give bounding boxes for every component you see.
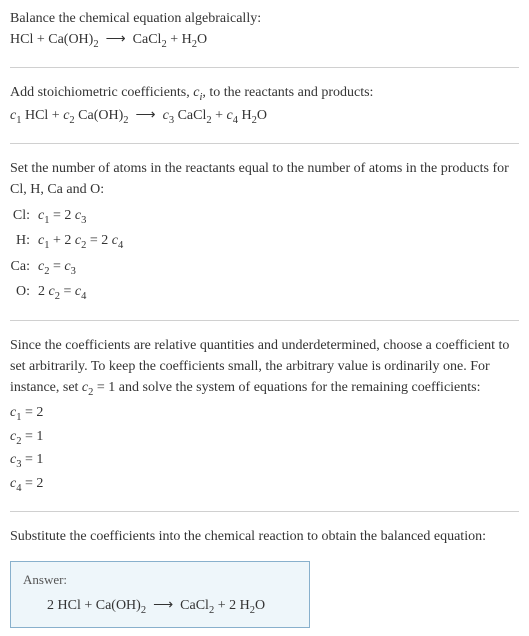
divider: [10, 143, 519, 144]
coefficient-value: c1 = 2: [10, 402, 519, 426]
step3-text: Since the coefficients are relative quan…: [10, 335, 519, 401]
divider: [10, 320, 519, 321]
table-row: O: 2 c2 = c4: [10, 280, 129, 306]
step1-section: Add stoichiometric coefficients, ci, to …: [10, 82, 519, 129]
step1-equation: c1 HCl + c2 Ca(OH)2 ⟶ c3 CaCl2 + c4 H2O: [10, 105, 519, 129]
coefficient-value: c4 = 2: [10, 473, 519, 497]
atom-label: H:: [10, 229, 38, 255]
step2-section: Set the number of atoms in the reactants…: [10, 158, 519, 306]
atom-label: O:: [10, 280, 38, 306]
answer-box: Answer: 2 HCl + Ca(OH)2 ⟶ CaCl2 + 2 H2O: [10, 561, 310, 628]
table-row: H: c1 + 2 c2 = 2 c4: [10, 229, 129, 255]
intro-equation: HCl + Ca(OH)2 ⟶ CaCl2 + H2O: [10, 29, 519, 53]
answer-label: Answer:: [23, 570, 297, 590]
intro-section: Balance the chemical equation algebraica…: [10, 8, 519, 53]
step4-section: Substitute the coefficients into the che…: [10, 526, 519, 547]
coefficient-value: c3 = 1: [10, 449, 519, 473]
step2-text: Set the number of atoms in the reactants…: [10, 158, 519, 200]
answer-equation: 2 HCl + Ca(OH)2 ⟶ CaCl2 + 2 H2O: [23, 595, 297, 619]
atom-balance-table: Cl: c1 = 2 c3 H: c1 + 2 c2 = 2 c4 Ca: c2…: [10, 204, 129, 306]
step1-text: Add stoichiometric coefficients, ci, to …: [10, 82, 519, 106]
divider: [10, 511, 519, 512]
table-row: Cl: c1 = 2 c3: [10, 204, 129, 230]
divider: [10, 67, 519, 68]
atom-label: Cl:: [10, 204, 38, 230]
intro-line1: Balance the chemical equation algebraica…: [10, 8, 519, 29]
step4-text: Substitute the coefficients into the che…: [10, 526, 519, 547]
atom-equation: c1 + 2 c2 = 2 c4: [38, 229, 129, 255]
atom-equation: 2 c2 = c4: [38, 280, 129, 306]
table-row: Ca: c2 = c3: [10, 255, 129, 281]
atom-equation: c1 = 2 c3: [38, 204, 129, 230]
atom-label: Ca:: [10, 255, 38, 281]
coefficient-value: c2 = 1: [10, 426, 519, 450]
coefficient-list: c1 = 2 c2 = 1 c3 = 1 c4 = 2: [10, 402, 519, 496]
step3-section: Since the coefficients are relative quan…: [10, 335, 519, 497]
atom-equation: c2 = c3: [38, 255, 129, 281]
